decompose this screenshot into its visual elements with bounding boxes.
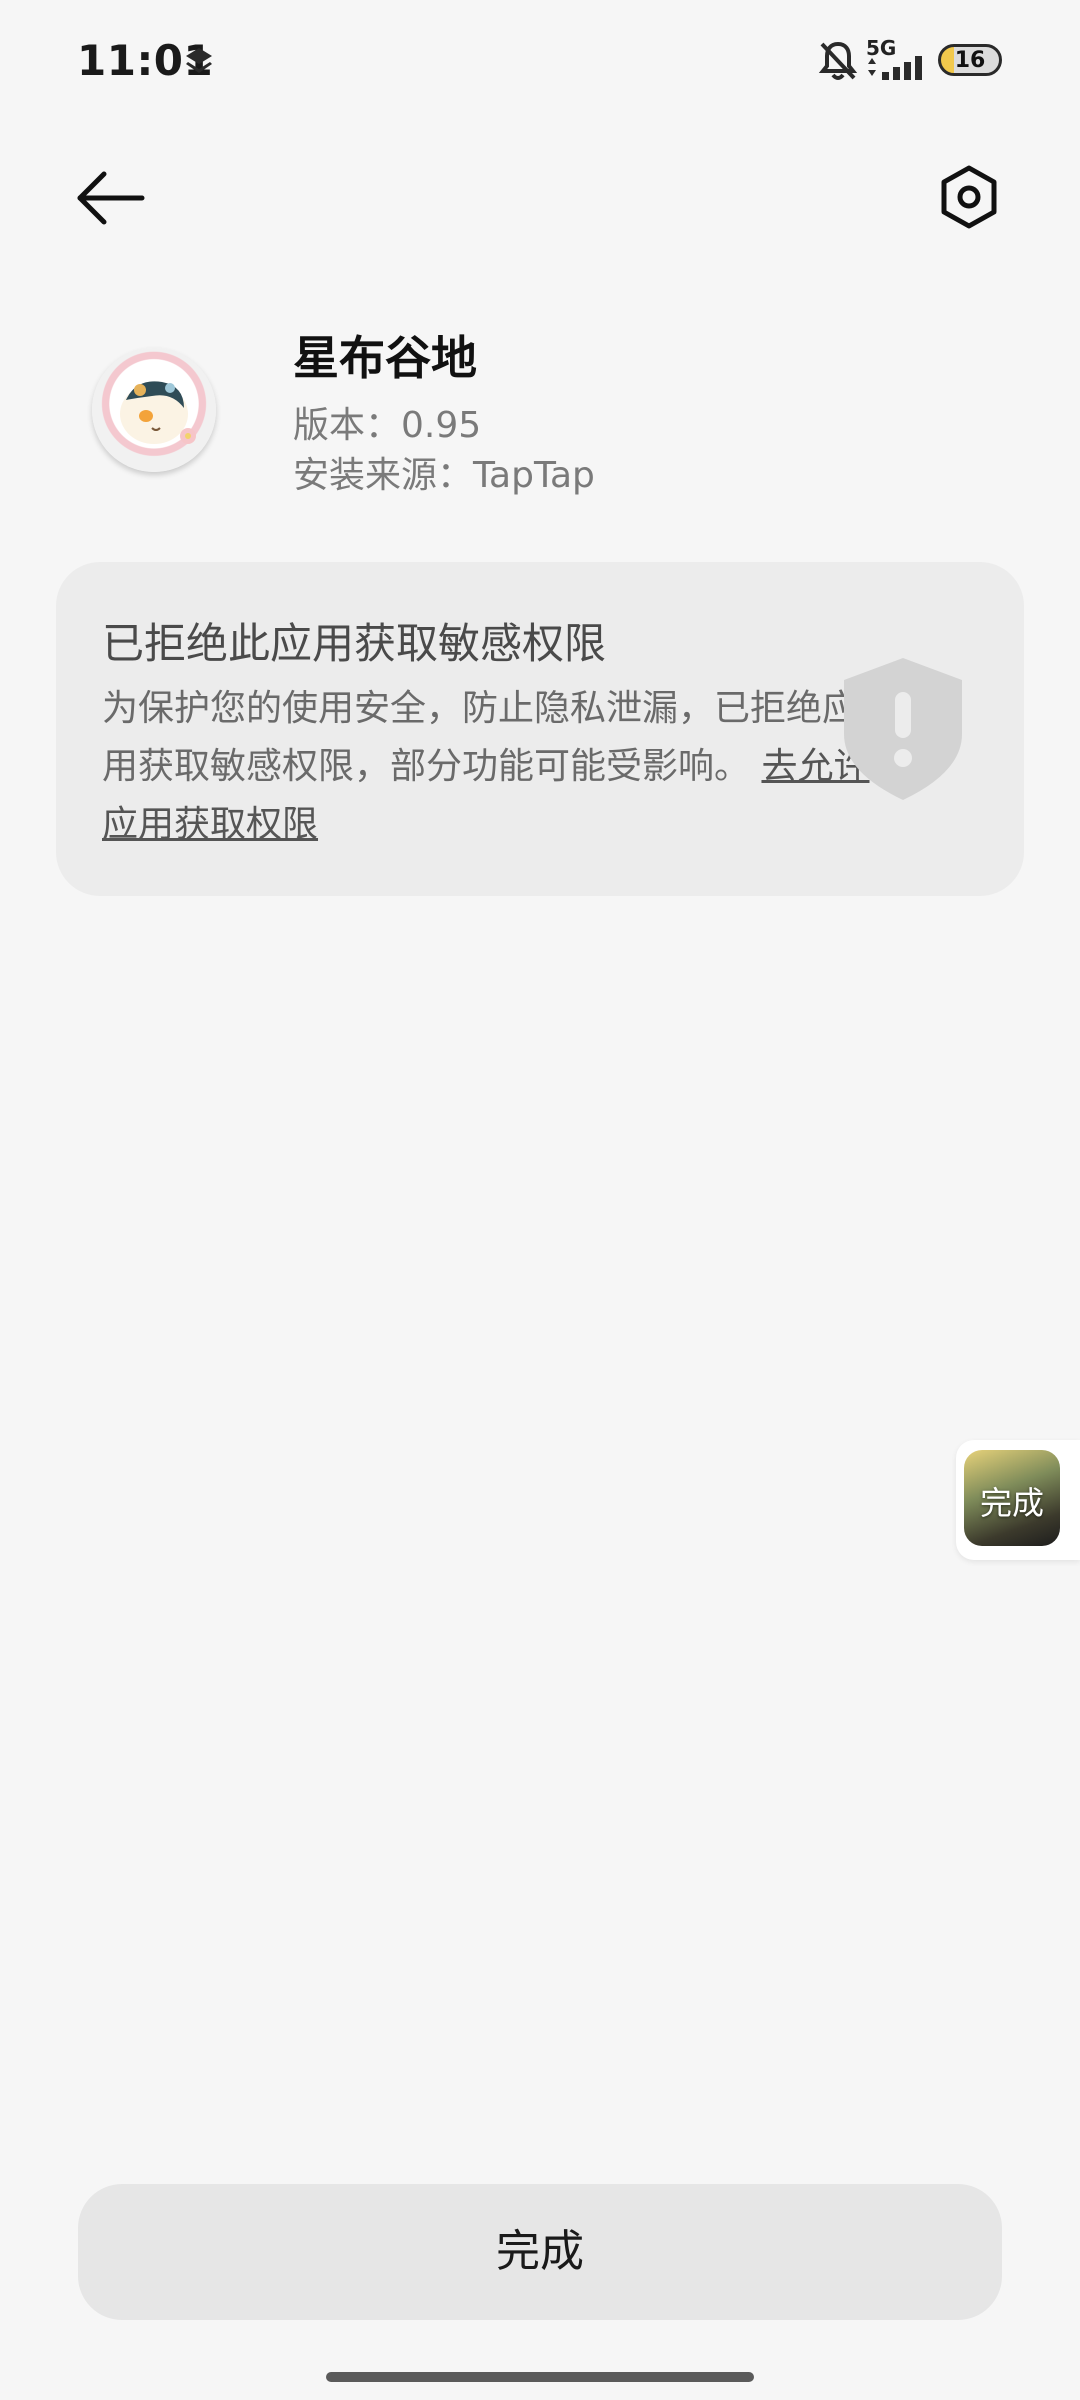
settings-button[interactable] <box>936 164 1002 230</box>
floating-app-bubble[interactable]: 完成 <box>956 1440 1080 1560</box>
signal-icon <box>868 56 922 80</box>
done-button[interactable]: 完成 <box>78 2184 1002 2320</box>
layers-icon <box>186 48 212 73</box>
notification-off-icon <box>818 41 858 80</box>
bubble-label: 完成 <box>979 1484 1044 1522</box>
warning-text: 为保护您的使用安全，防止隐私泄漏，已拒绝应用获取敏感权限，部分功能可能受影响。 <box>102 688 859 787</box>
app-name: 星布谷地 <box>293 331 477 385</box>
bubble-thumbnail: 完成 <box>964 1450 1060 1546</box>
home-indicator[interactable] <box>326 2372 754 2382</box>
shield-exclamation-icon <box>844 658 962 800</box>
warning-title: 已拒绝此应用获取敏感权限 <box>102 619 607 668</box>
hexagon-settings-icon <box>941 165 997 229</box>
battery-indicator: 16 <box>938 44 1002 76</box>
app-version: 版本：0.95 <box>293 405 482 446</box>
app-install-source: 安装来源：TapTap <box>293 455 595 496</box>
battery-level: 16 <box>954 48 986 73</box>
app-icon <box>92 348 216 472</box>
warning-body: 为保护您的使用安全，防止隐私泄漏，已拒绝应用获取敏感权限，部分功能可能受影响。 … <box>102 680 872 854</box>
permission-warning-card: 已拒绝此应用获取敏感权限 为保护您的使用安全，防止隐私泄漏，已拒绝应用获取敏感权… <box>56 562 1024 896</box>
status-bar: 11:01 5G 16 <box>0 0 1080 125</box>
arrow-left-icon <box>77 171 145 225</box>
back-button[interactable] <box>74 166 148 230</box>
